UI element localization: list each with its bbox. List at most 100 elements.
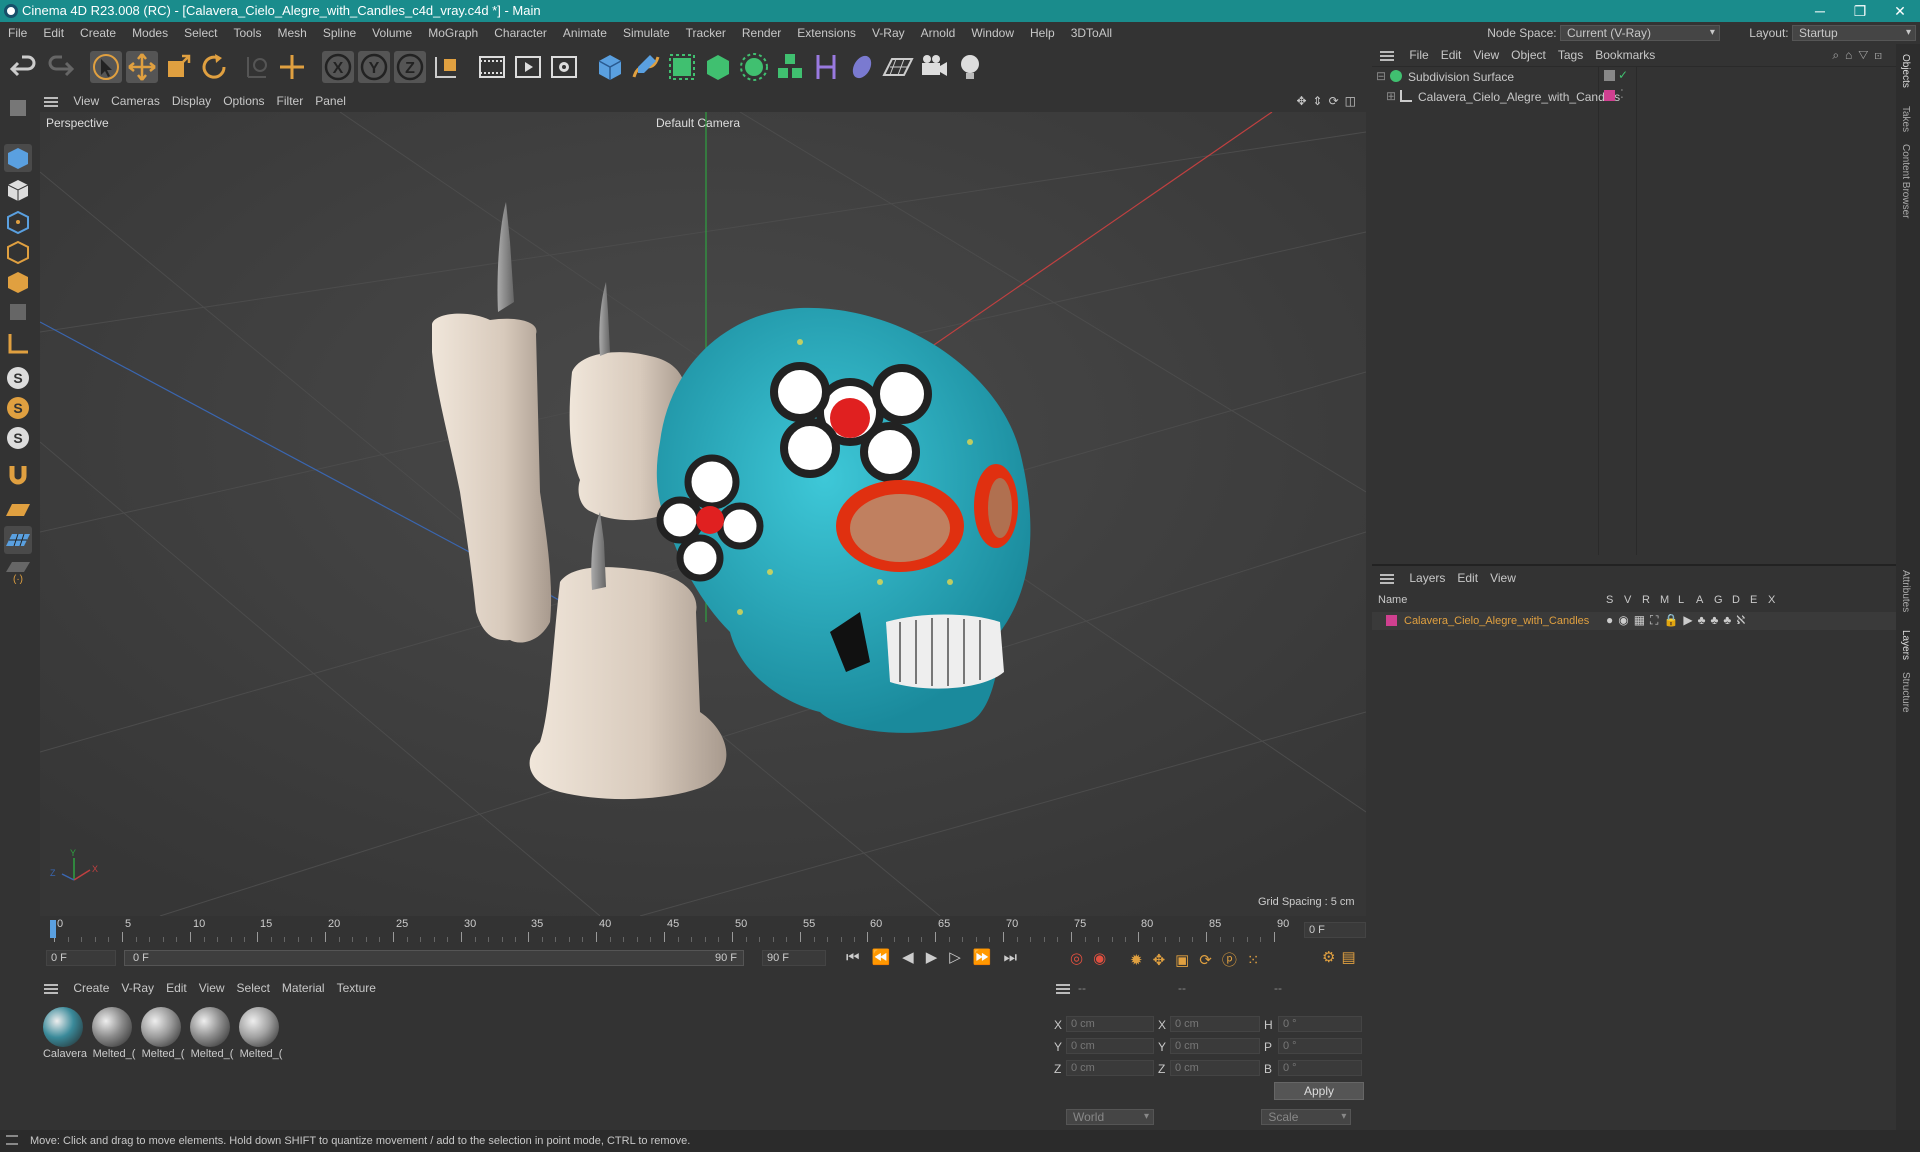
- floor-icon[interactable]: [882, 51, 914, 83]
- pos-y-field[interactable]: 0 cm: [1066, 1038, 1154, 1054]
- material-menu-icon[interactable]: [44, 983, 58, 994]
- layer-col-v[interactable]: V: [1624, 594, 1631, 606]
- tab-layers[interactable]: Layers: [1900, 630, 1911, 660]
- menu-window[interactable]: Window: [971, 22, 1014, 44]
- editor-visibility-icon[interactable]: [1604, 70, 1615, 81]
- menu-create[interactable]: Create: [80, 22, 116, 44]
- snap-settings-icon[interactable]: S: [4, 394, 32, 422]
- visibility-dots-icon[interactable]: ⁚: [1620, 87, 1624, 101]
- tab-objects[interactable]: Objects: [1900, 54, 1911, 88]
- obj-menu-view[interactable]: View: [1473, 44, 1499, 66]
- edge-mode-icon[interactable]: [4, 238, 32, 266]
- layer-col-a[interactable]: A: [1696, 594, 1703, 606]
- snap-icon[interactable]: S: [4, 364, 32, 392]
- restore-icon[interactable]: ❐: [1840, 0, 1880, 22]
- node-space-dropdown[interactable]: Current (V-Ray): [1559, 25, 1720, 41]
- layer-name[interactable]: Calavera_Cielo_Alegre_with_Candles: [1404, 615, 1589, 627]
- expand-icon[interactable]: ⊞: [1386, 89, 1396, 103]
- cube-icon[interactable]: [594, 51, 626, 83]
- paint-icon[interactable]: (·): [4, 556, 32, 584]
- material-swatch[interactable]: Melted_(: [189, 1006, 233, 1066]
- layer-menu-view[interactable]: View: [1490, 566, 1516, 590]
- object-name[interactable]: Calavera_Cielo_Alegre_with_Candles: [1418, 90, 1620, 104]
- texture-mode-icon[interactable]: [4, 176, 32, 204]
- deformer-icon[interactable]: [810, 51, 842, 83]
- menu-extensions[interactable]: Extensions: [797, 22, 856, 44]
- mat-menu-view[interactable]: View: [199, 976, 225, 1000]
- menu-modes[interactable]: Modes: [132, 22, 168, 44]
- object-row[interactable]: ⊟ Subdivision Surface ✓: [1372, 67, 1896, 85]
- minimize-icon[interactable]: ─: [1800, 0, 1840, 22]
- layer-col-l[interactable]: L: [1678, 594, 1684, 606]
- layer-menu-layers[interactable]: Layers: [1409, 566, 1445, 590]
- menu-vray[interactable]: V-Ray: [872, 22, 905, 44]
- mat-menu-texture[interactable]: Texture: [337, 976, 376, 1000]
- menu-simulate[interactable]: Simulate: [623, 22, 670, 44]
- point-mode-icon[interactable]: [4, 208, 32, 236]
- viewport-menu-cameras[interactable]: Cameras: [111, 90, 160, 112]
- redo-icon[interactable]: [44, 51, 76, 83]
- axis-z-icon[interactable]: Z: [394, 51, 426, 83]
- coord-space-dropdown[interactable]: World: [1066, 1109, 1154, 1125]
- object-search-icons[interactable]: ⌕⌂▽⊡: [1832, 44, 1888, 66]
- viewport-solo-icon[interactable]: [4, 94, 32, 122]
- transform-icon[interactable]: [240, 51, 272, 83]
- enabled-check-icon[interactable]: ✓: [1618, 68, 1628, 82]
- mat-menu-create[interactable]: Create: [73, 976, 109, 1000]
- obj-menu-edit[interactable]: Edit: [1441, 44, 1462, 66]
- polygon-mode-icon[interactable]: [4, 268, 32, 296]
- menu-tools[interactable]: Tools: [233, 22, 261, 44]
- obj-menu-file[interactable]: File: [1409, 44, 1428, 66]
- light-icon[interactable]: [954, 51, 986, 83]
- menu-select[interactable]: Select: [184, 22, 217, 44]
- object-name[interactable]: Subdivision Surface: [1408, 70, 1514, 84]
- timeline-playhead[interactable]: [50, 920, 56, 938]
- render-settings-icon[interactable]: [548, 51, 580, 83]
- rot-p-field[interactable]: 0 °: [1278, 1038, 1362, 1054]
- axis-y-icon[interactable]: Y: [358, 51, 390, 83]
- viewport-menu-filter[interactable]: Filter: [277, 90, 304, 112]
- size-y-field[interactable]: 0 cm: [1170, 1038, 1260, 1054]
- field-icon[interactable]: [846, 51, 878, 83]
- collapse-icon[interactable]: ⊟: [1376, 69, 1386, 83]
- undo-icon[interactable]: [8, 51, 40, 83]
- obj-menu-bookmarks[interactable]: Bookmarks: [1595, 44, 1655, 66]
- subdivision-icon[interactable]: [666, 51, 698, 83]
- viewport-3d[interactable]: Y X Z Perspective Default Camera Grid Spac…: [40, 112, 1366, 916]
- menu-volume[interactable]: Volume: [372, 22, 412, 44]
- layer-menu-edit[interactable]: Edit: [1457, 566, 1478, 590]
- frame-range-slider[interactable]: 0 F 90 F: [124, 950, 744, 966]
- mat-menu-select[interactable]: Select: [237, 976, 270, 1000]
- camera-icon[interactable]: [918, 51, 950, 83]
- menu-file[interactable]: File: [8, 22, 27, 44]
- magnet-icon[interactable]: [4, 460, 32, 488]
- viewport-nav-icons[interactable]: ✥⇕⟳◫: [1296, 90, 1362, 112]
- menu-character[interactable]: Character: [494, 22, 547, 44]
- apply-button[interactable]: Apply: [1274, 1082, 1364, 1100]
- menu-spline[interactable]: Spline: [323, 22, 356, 44]
- viewport-menu-display[interactable]: Display: [172, 90, 211, 112]
- start-frame-field[interactable]: 0 F: [46, 950, 116, 966]
- object-menu-icon[interactable]: [1380, 50, 1394, 61]
- keyframe-icons[interactable]: ✹✥▣⟳ⓟ⁙: [1130, 949, 1269, 970]
- layer-menu-icon[interactable]: [1380, 573, 1394, 584]
- uv-mode-icon[interactable]: [4, 298, 32, 326]
- material-swatch[interactable]: Melted_(: [91, 1006, 135, 1066]
- menu-render[interactable]: Render: [742, 22, 781, 44]
- tab-structure[interactable]: Structure: [1900, 672, 1911, 713]
- rot-h-field[interactable]: 0 °: [1278, 1016, 1362, 1032]
- record-icons[interactable]: ◎◉: [1070, 949, 1116, 967]
- object-row[interactable]: ⊞ Calavera_Cielo_Alegre_with_Candles ⁚: [1372, 87, 1896, 105]
- layer-col-e[interactable]: E: [1750, 594, 1757, 606]
- size-z-field[interactable]: 0 cm: [1170, 1060, 1260, 1076]
- viewport-menu-icon[interactable]: [44, 96, 58, 107]
- move-icon[interactable]: [126, 51, 158, 83]
- mat-menu-edit[interactable]: Edit: [166, 976, 187, 1000]
- render-picture-viewer-icon[interactable]: [512, 51, 544, 83]
- coordinate-system-icon[interactable]: [430, 51, 462, 83]
- rotate-icon[interactable]: [198, 51, 230, 83]
- grid-plane-icon[interactable]: [4, 496, 32, 524]
- current-frame-field[interactable]: 0 F: [1304, 922, 1366, 938]
- material-swatch[interactable]: Calavera: [42, 1006, 87, 1066]
- rot-b-field[interactable]: 0 °: [1278, 1060, 1362, 1076]
